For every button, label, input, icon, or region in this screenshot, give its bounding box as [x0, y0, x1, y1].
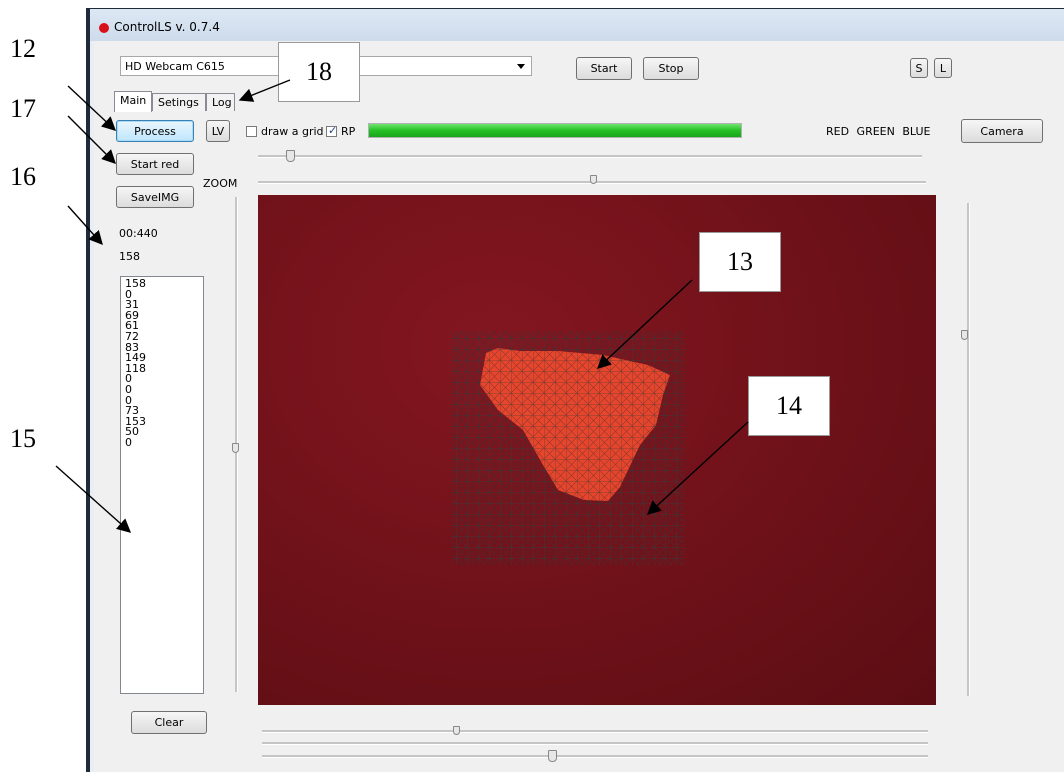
slider-track-top[interactable] [258, 155, 922, 158]
rp-checkbox[interactable]: ✓ [326, 124, 338, 137]
slider-track-bottom-2[interactable] [262, 742, 928, 745]
camera-button[interactable]: Camera [961, 119, 1043, 143]
callout-17: 17 [10, 94, 36, 123]
window-title: ControlLS v. 0.7.4 [114, 20, 220, 34]
tab-main[interactable]: Main [114, 91, 152, 112]
vertical-slider-right[interactable] [967, 203, 970, 696]
list-item[interactable]: 0 [125, 437, 199, 449]
log-listbox[interactable]: 158 0 31 69 61 72 83 149 118 0 0 0 73 153 50 0 [120, 276, 204, 694]
list-item[interactable]: 158 [125, 278, 199, 290]
progress-bar [368, 123, 742, 138]
start-red-button[interactable]: Start red [116, 153, 194, 175]
s-button[interactable]: S [910, 58, 928, 78]
lv-button[interactable]: LV [206, 120, 230, 142]
chevron-down-icon[interactable] [517, 64, 525, 69]
draw-grid-label: draw a grid [261, 125, 324, 138]
progress-fill [369, 124, 741, 137]
checkmark-icon: ✓ [328, 124, 338, 137]
slider-thumb-top[interactable] [286, 150, 295, 162]
slider-track-bottom-3[interactable] [262, 755, 928, 758]
list-item[interactable]: 118 [125, 363, 199, 375]
slider-thumb-bottom-1[interactable] [453, 726, 460, 735]
tab-log[interactable]: Log [206, 93, 235, 111]
start-button[interactable]: Start [576, 57, 632, 80]
saveimg-button[interactable]: SaveIMG [116, 186, 194, 208]
l-button[interactable]: L [934, 58, 952, 78]
slider-track-bottom-1[interactable] [262, 730, 928, 733]
callout-16: 16 [10, 162, 36, 191]
callout-13: 13 [699, 232, 781, 292]
callout-18: 18 [278, 42, 360, 102]
stop-button[interactable]: Stop [643, 57, 699, 80]
list-item[interactable]: 0 [125, 374, 199, 385]
channels-label: RED GREEN BLUE [826, 125, 931, 138]
callout-12: 12 [10, 34, 36, 63]
slider-thumb-bottom-3[interactable] [548, 750, 557, 762]
list-item[interactable]: 0 [125, 384, 199, 396]
zoom-label: ZOOM [203, 177, 238, 190]
list-item[interactable]: 50 [125, 427, 199, 438]
camera-preview[interactable] [258, 195, 936, 705]
process-button[interactable]: Process [116, 120, 194, 142]
vertical-slider-right-thumb[interactable] [961, 330, 968, 340]
title-bar: ControlLS v. 0.7.4 [90, 9, 1064, 41]
callout-14: 14 [748, 376, 830, 436]
preview-overlay [451, 331, 685, 565]
camera-select-value: HD Webcam C615 [125, 60, 225, 73]
timer-readout: 00:440 [119, 227, 158, 240]
clear-button[interactable]: Clear [131, 711, 207, 734]
count-readout: 158 [119, 250, 140, 263]
analysis-grid-over-spot [451, 331, 685, 565]
app-record-icon [99, 23, 109, 33]
tab-setings[interactable]: Setings [152, 93, 206, 111]
vertical-slider-left-thumb[interactable] [232, 443, 239, 453]
callout-15: 15 [10, 424, 36, 453]
zoom-slider-thumb[interactable] [590, 175, 597, 184]
rp-label: RP [341, 125, 356, 138]
draw-grid-checkbox[interactable] [246, 126, 257, 137]
